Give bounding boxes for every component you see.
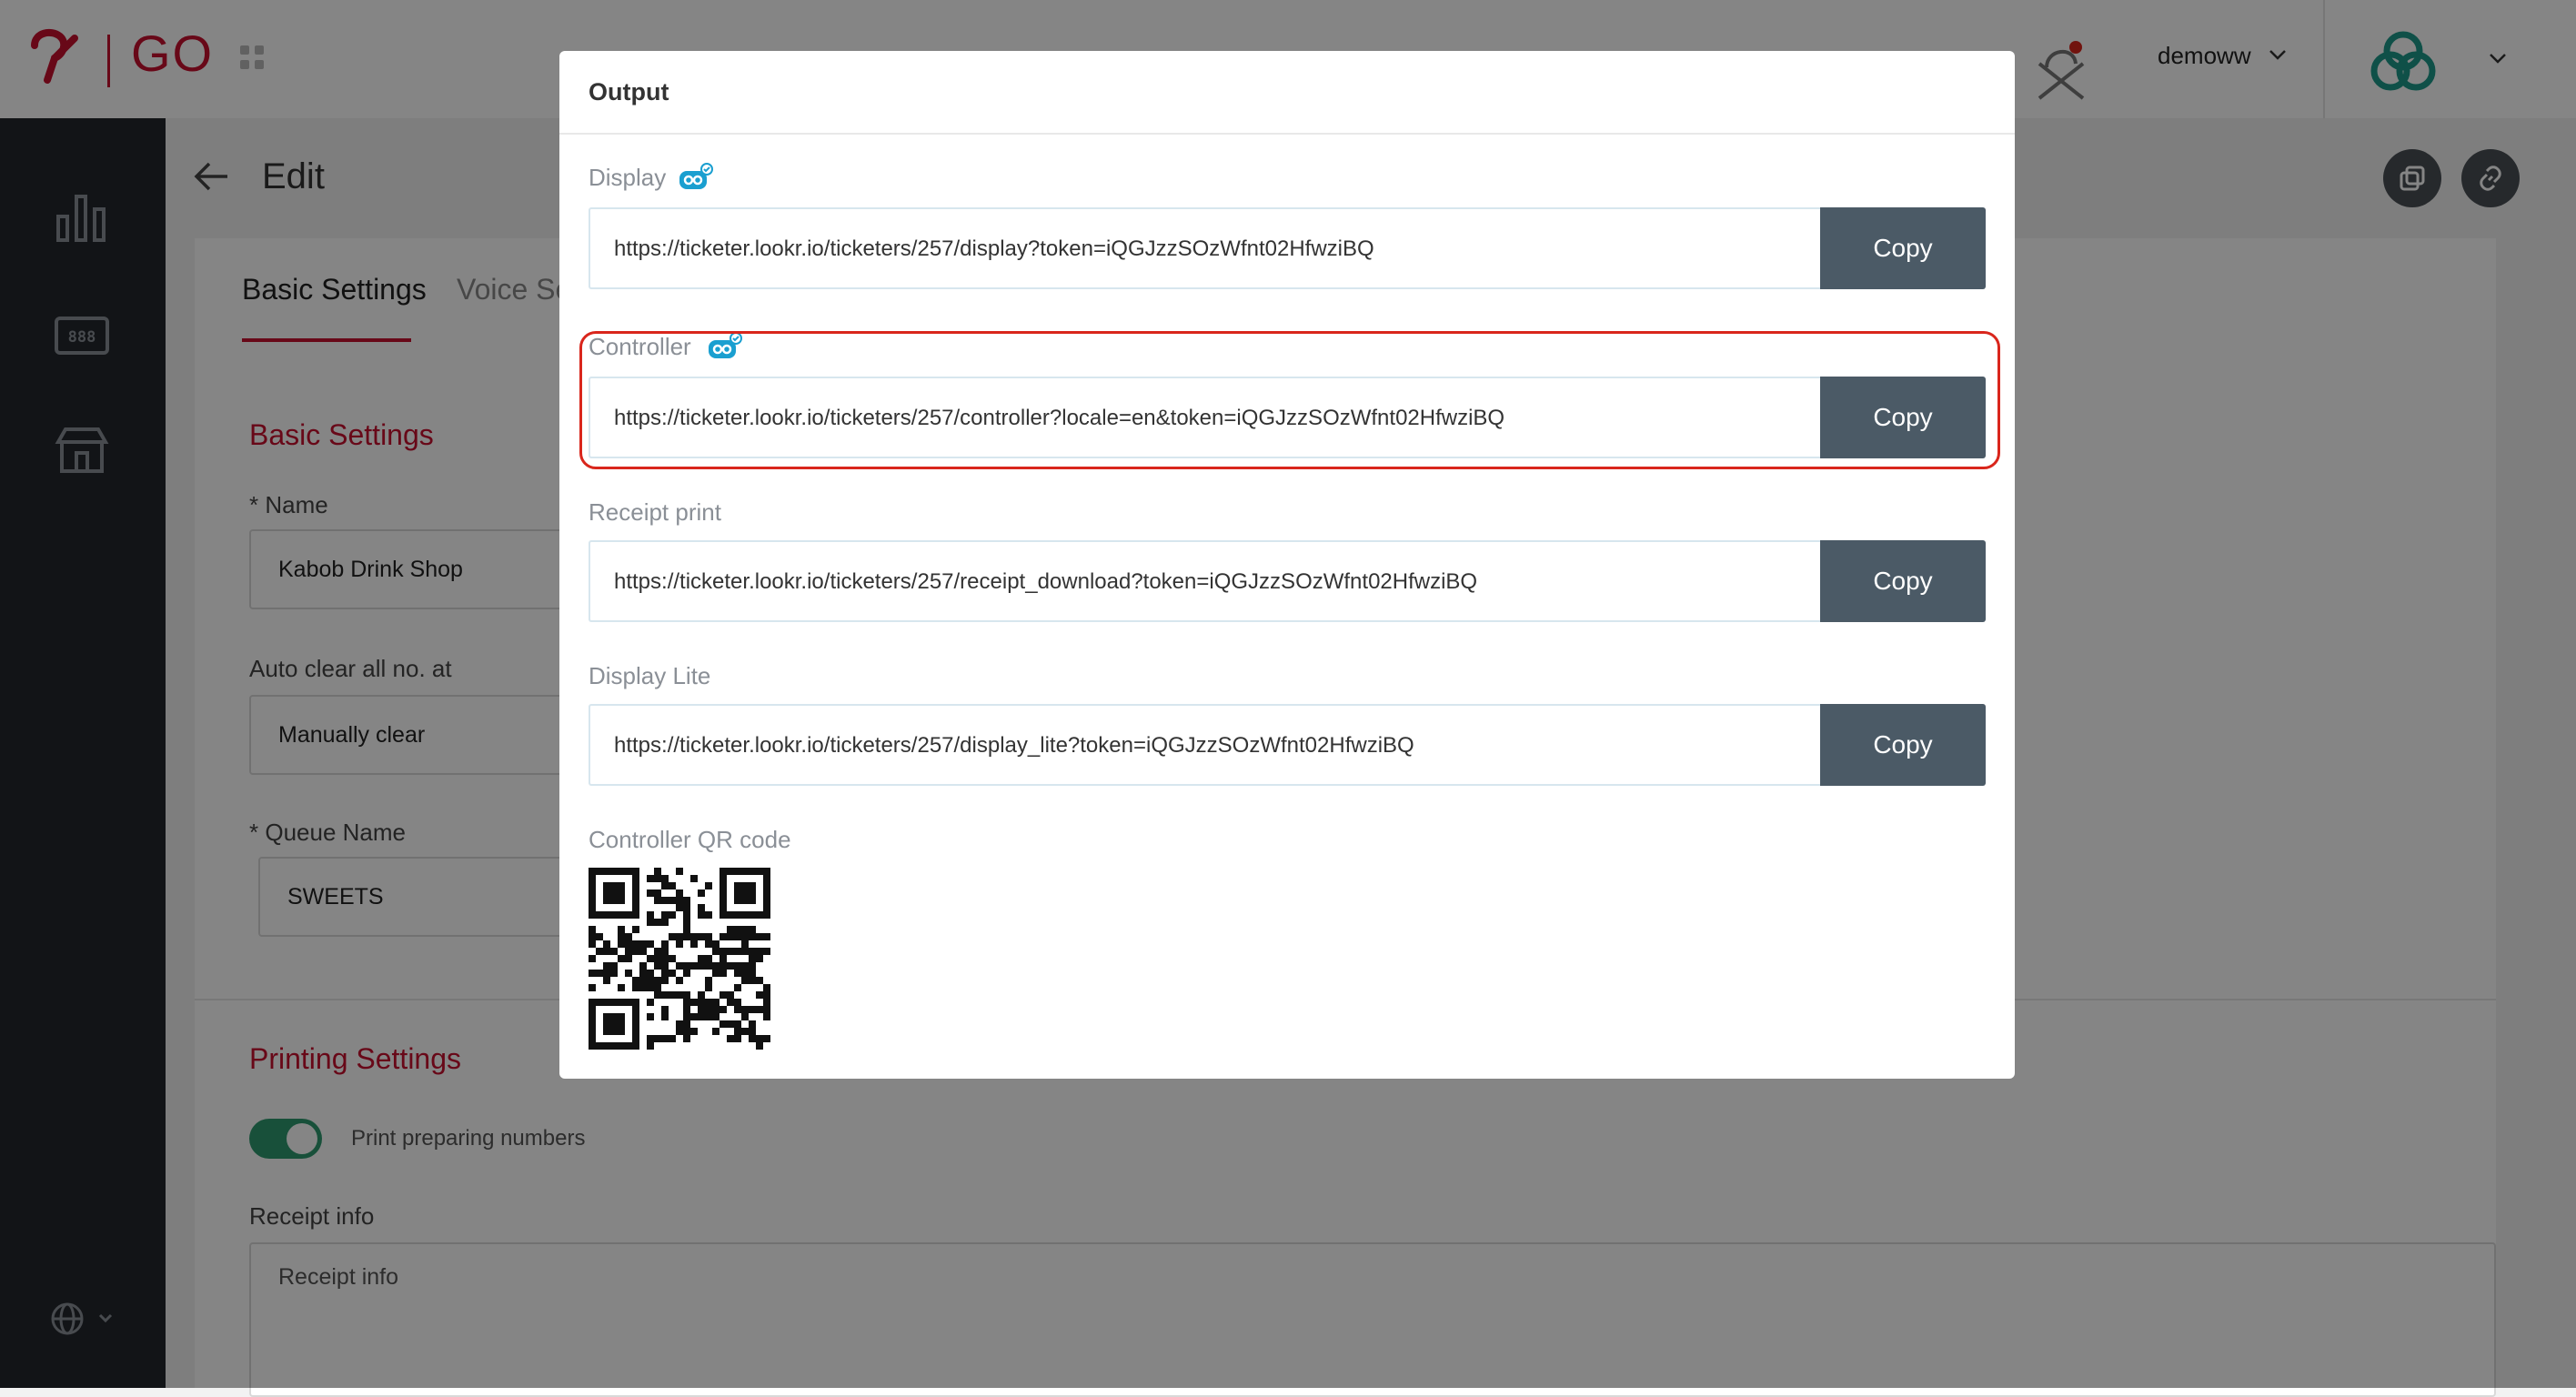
- receipt-print-url: https://ticketer.lookr.io/ticketers/257/…: [614, 569, 1478, 594]
- display-url: https://ticketer.lookr.io/ticketers/257/…: [614, 236, 1374, 261]
- open-link-icon[interactable]: [678, 162, 714, 193]
- controller-qr-code: [589, 868, 770, 1050]
- display-lite-copy-button[interactable]: Copy: [1820, 704, 1986, 786]
- controller-highlight-box: [579, 331, 2000, 469]
- display-lite-label: Display Lite: [589, 662, 711, 689]
- display-lite-url-row: https://ticketer.lookr.io/ticketers/257/…: [589, 704, 1986, 786]
- display-url-row: https://ticketer.lookr.io/ticketers/257/…: [589, 207, 1986, 289]
- display-copy-button[interactable]: Copy: [1820, 207, 1986, 289]
- display-url-field[interactable]: https://ticketer.lookr.io/ticketers/257/…: [589, 207, 1820, 289]
- receipt-print-copy-button[interactable]: Copy: [1820, 540, 1986, 622]
- modal-header: Output: [559, 51, 2015, 135]
- controller-qr-label: Controller QR code: [589, 826, 791, 853]
- receipt-print-url-field[interactable]: https://ticketer.lookr.io/ticketers/257/…: [589, 540, 1820, 622]
- display-label: Display: [589, 164, 667, 191]
- receipt-print-url-row: https://ticketer.lookr.io/ticketers/257/…: [589, 540, 1986, 622]
- modal-title: Output: [589, 78, 669, 106]
- output-modal: Output Display https://ticketer.lookr.io…: [559, 51, 2015, 1079]
- display-lite-url-field[interactable]: https://ticketer.lookr.io/ticketers/257/…: [589, 704, 1820, 786]
- display-lite-url: https://ticketer.lookr.io/ticketers/257/…: [614, 733, 1414, 758]
- receipt-print-label: Receipt print: [589, 498, 721, 526]
